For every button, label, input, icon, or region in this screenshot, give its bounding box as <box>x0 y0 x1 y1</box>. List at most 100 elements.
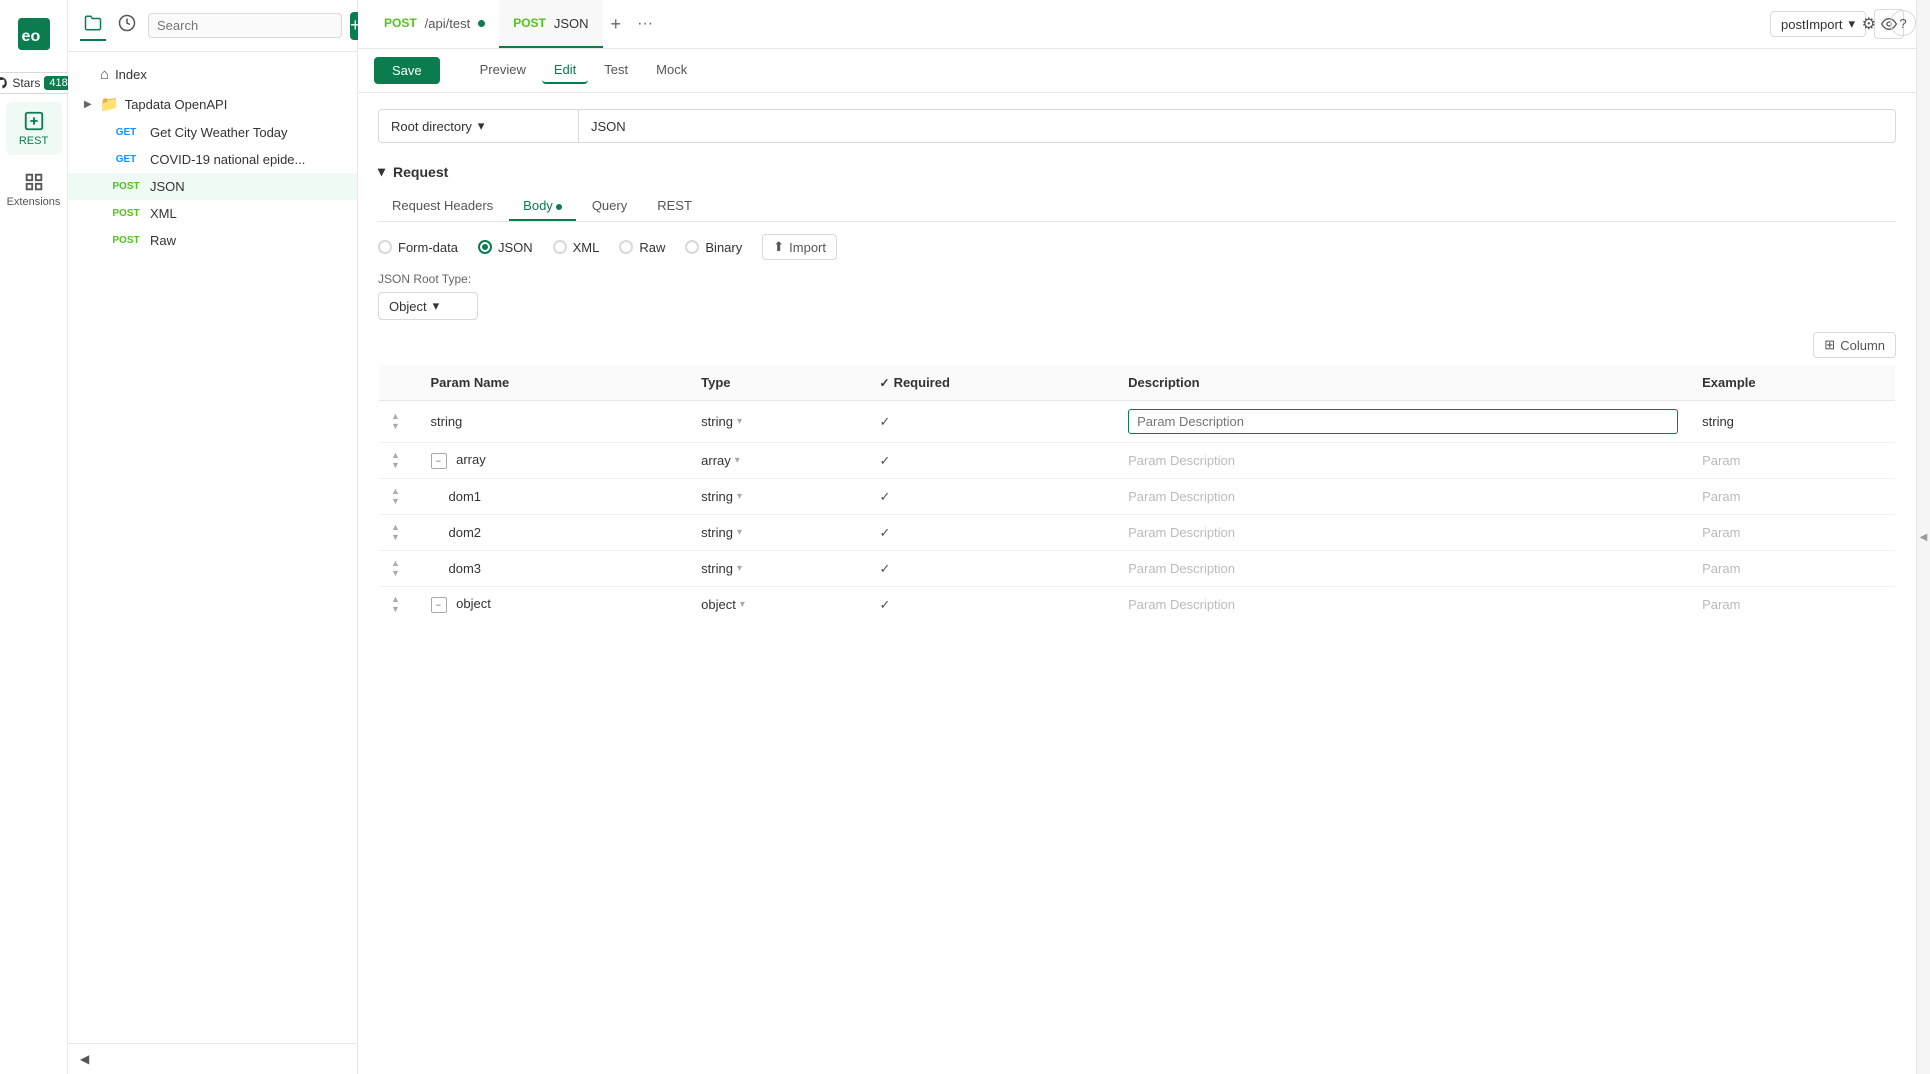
nav-item-extensions[interactable]: Extensions <box>6 163 62 216</box>
radio-xml[interactable]: XML <box>553 240 600 255</box>
type-value-1: string <box>701 414 733 429</box>
search-input[interactable] <box>157 18 333 33</box>
type-select-1[interactable]: string ▾ <box>701 414 855 429</box>
example-value-5: Param <box>1702 561 1740 576</box>
example-value-1: string <box>1702 414 1734 429</box>
collapse-sidebar-button[interactable]: ◀ <box>80 1052 89 1066</box>
sort-cell-2: ▲ ▼ <box>379 443 419 479</box>
subnav-edit[interactable]: Edit <box>542 57 588 84</box>
object-type-select[interactable]: Object ▾ <box>378 292 478 320</box>
desc-input-1[interactable] <box>1128 409 1678 434</box>
radio-form-data[interactable]: Form-data <box>378 240 458 255</box>
table-row: ▲ ▼ dom2 string ▾ <box>379 515 1896 551</box>
desc-cell-6[interactable]: Param Description <box>1116 587 1690 623</box>
example-cell-1: string <box>1690 401 1895 443</box>
radio-raw[interactable]: Raw <box>619 240 665 255</box>
icon-rail: eo Stars 418 REST Extensions <box>0 0 68 1074</box>
desc-cell-3[interactable]: Param Description <box>1116 479 1690 515</box>
param-name-3: dom1 <box>449 489 482 504</box>
type-cell-6: object ▾ <box>689 587 867 623</box>
env-selector[interactable]: postImport ▾ <box>1770 11 1866 37</box>
type-cell-3: string ▾ <box>689 479 867 515</box>
tree-item-get-city[interactable]: GET Get City Weather Today <box>68 119 357 146</box>
save-button[interactable]: Save <box>374 57 440 84</box>
radio-circle-binary <box>685 240 699 254</box>
subnav-mock[interactable]: Mock <box>644 57 699 84</box>
type-cell-2: array ▾ <box>689 443 867 479</box>
right-panel-toggle[interactable]: ◀ <box>1916 0 1930 1074</box>
column-button[interactable]: ⊞ Column <box>1813 332 1896 358</box>
subnav-preview[interactable]: Preview <box>468 57 538 84</box>
desc-cell-1[interactable] <box>1116 401 1690 443</box>
example-cell-2: Param <box>1690 443 1895 479</box>
tree-item-covid[interactable]: GET COVID-19 national epide... <box>68 146 357 173</box>
desc-cell-2[interactable]: Param Description <box>1116 443 1690 479</box>
type-select-4[interactable]: string ▾ <box>701 525 855 540</box>
nav-item-rest[interactable]: REST <box>6 102 62 155</box>
desc-cell-5[interactable]: Param Description <box>1116 551 1690 587</box>
type-select-6[interactable]: object ▾ <box>701 597 855 612</box>
sort-up-1: ▲ <box>391 412 407 421</box>
tabs-bar: POST /api/test POST JSON + ··· postImpor… <box>358 0 1916 49</box>
tab-post-api-test[interactable]: POST /api/test <box>370 0 499 48</box>
expand-icon-6[interactable]: − <box>431 597 447 613</box>
import-button[interactable]: ⬆ Import <box>762 234 837 260</box>
api-name-input[interactable] <box>579 111 1895 142</box>
tab-more-button[interactable]: ··· <box>629 15 661 33</box>
required-cell-6: ✓ <box>868 587 1117 623</box>
badge-xml: POST <box>108 207 144 220</box>
tab2-method: POST <box>513 16 546 30</box>
type-select-2[interactable]: array ▾ <box>701 453 855 468</box>
tree-item-xml[interactable]: POST XML <box>68 200 357 227</box>
tree-item-raw[interactable]: POST Raw <box>68 227 357 254</box>
sort-down-1: ▼ <box>391 422 407 431</box>
th-required: ✓ Required <box>868 365 1117 401</box>
help-button[interactable]: ? <box>1890 10 1916 36</box>
section-header-request[interactable]: ▾ Request <box>378 163 1896 180</box>
history-tab-btn[interactable] <box>114 10 140 41</box>
radio-binary[interactable]: Binary <box>685 240 742 255</box>
type-select-5[interactable]: string ▾ <box>701 561 855 576</box>
settings-button[interactable]: ⚙ <box>1858 10 1880 38</box>
directory-selector[interactable]: Root directory ▾ <box>379 110 579 142</box>
badge-get-city: GET <box>108 126 144 139</box>
example-cell-5: Param <box>1690 551 1895 587</box>
right-panel-chevron-icon: ◀ <box>1920 532 1928 543</box>
sort-arrows-6[interactable]: ▲ ▼ <box>391 595 407 614</box>
tab-post-json[interactable]: POST JSON <box>499 0 602 48</box>
badge-raw: POST <box>108 234 144 247</box>
required-label: Required <box>894 375 950 390</box>
table-row: ▲ ▼ string string ▾ <box>379 401 1896 443</box>
tab-add-button[interactable]: + <box>603 0 630 48</box>
directory-label: Root directory <box>391 119 472 134</box>
nav-extensions-label: Extensions <box>7 196 61 208</box>
files-tab-btn[interactable] <box>80 10 106 41</box>
tree-item-json[interactable]: POST JSON <box>68 173 357 200</box>
table-toolbar: ⊞ Column <box>378 332 1896 358</box>
expand-icon-2[interactable]: − <box>431 453 447 469</box>
type-chevron-1: ▾ <box>737 416 742 427</box>
body-tab-headers[interactable]: Request Headers <box>378 192 507 221</box>
th-sort <box>379 365 419 401</box>
sort-arrows-4[interactable]: ▲ ▼ <box>391 523 407 542</box>
sort-arrows-3[interactable]: ▲ ▼ <box>391 487 407 506</box>
subnav-test[interactable]: Test <box>592 57 640 84</box>
sort-down-2: ▼ <box>391 461 407 470</box>
body-tab-rest[interactable]: REST <box>643 192 706 221</box>
sort-arrows-5[interactable]: ▲ ▼ <box>391 559 407 578</box>
required-cell-3: ✓ <box>868 479 1117 515</box>
tree-item-tapdata[interactable]: ▶ 📁 Tapdata OpenAPI <box>68 89 357 119</box>
sort-arrows-1[interactable]: ▲ ▼ <box>391 412 407 431</box>
content-body: Root directory ▾ ▾ Request Request Heade… <box>358 93 1916 1074</box>
required-check-5: ✓ <box>880 561 891 576</box>
type-select-3[interactable]: string ▾ <box>701 489 855 504</box>
body-tab-query[interactable]: Query <box>578 192 641 221</box>
body-tab-body[interactable]: Body <box>509 192 576 221</box>
sort-arrows-2[interactable]: ▲ ▼ <box>391 451 407 470</box>
github-icon <box>0 76 8 90</box>
desc-cell-4[interactable]: Param Description <box>1116 515 1690 551</box>
tree-item-index[interactable]: ⌂ Index <box>68 60 357 89</box>
radio-json[interactable]: JSON <box>478 240 533 255</box>
sort-down-4: ▼ <box>391 533 407 542</box>
tab1-dot <box>478 20 485 27</box>
